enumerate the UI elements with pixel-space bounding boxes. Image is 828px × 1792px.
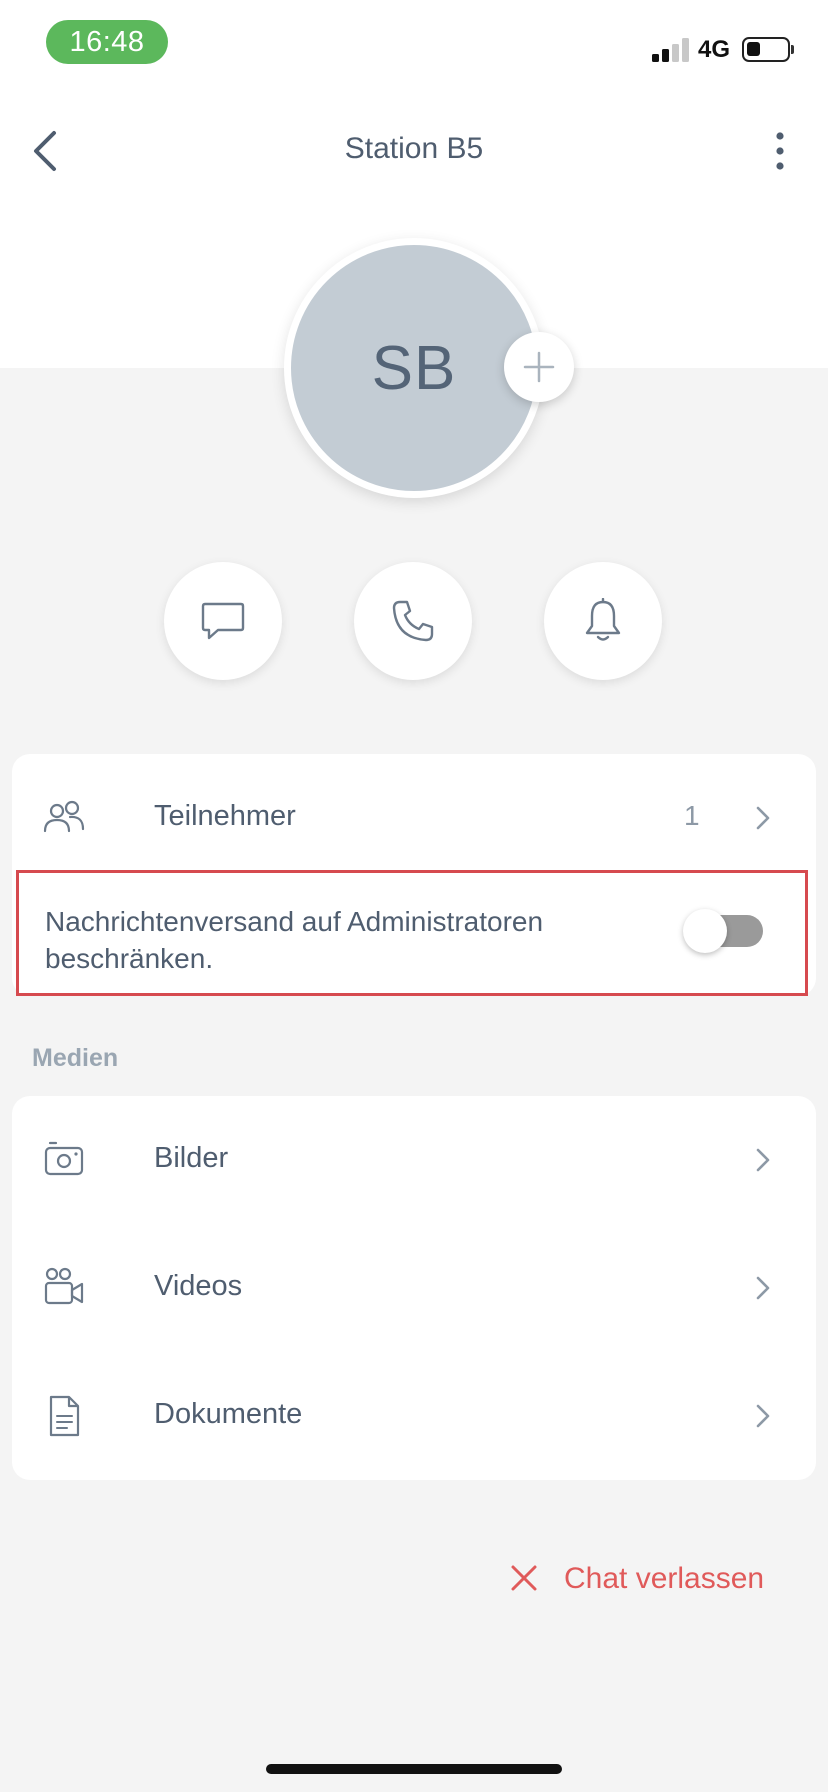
people-icon — [43, 800, 85, 833]
battery-tip — [791, 45, 794, 54]
media-item-label: Dokumente — [154, 1398, 303, 1430]
chevron-right-icon — [756, 1148, 770, 1172]
close-icon — [511, 1565, 537, 1591]
battery-level — [747, 42, 760, 56]
add-photo-button[interactable] — [504, 332, 574, 402]
media-item-images[interactable]: Bilder — [12, 1096, 816, 1224]
media-item-documents[interactable]: Dokumente — [12, 1352, 816, 1480]
media-section-label: Medien — [32, 1044, 119, 1072]
phone-icon — [392, 600, 434, 642]
leave-chat-label: Chat verlassen — [564, 1562, 765, 1595]
restrict-messages-row: Nachrichtenversand auf Administratoren b… — [16, 870, 808, 996]
media-item-videos[interactable]: Videos — [12, 1224, 816, 1352]
more-options-icon[interactable] — [764, 126, 796, 176]
leave-chat-button[interactable]: Chat verlassen — [508, 1556, 808, 1604]
chevron-right-icon — [756, 1404, 770, 1428]
message-button[interactable] — [164, 562, 282, 680]
chevron-right-icon — [756, 806, 770, 830]
call-button[interactable] — [354, 562, 472, 680]
participants-row[interactable]: Teilnehmer 1 — [12, 754, 816, 882]
restrict-messages-label: Nachrichtenversand auf Administratoren b… — [45, 906, 544, 974]
media-card: Bilder Videos Dokumente — [12, 1096, 816, 1480]
page-title: Station B5 — [344, 132, 484, 165]
media-item-label: Videos — [154, 1270, 243, 1302]
home-indicator — [266, 1764, 562, 1774]
participants-label: Teilnehmer — [154, 800, 296, 832]
chat-bubble-icon — [201, 602, 245, 640]
video-camera-icon — [44, 1267, 84, 1305]
restrict-messages-toggle[interactable] — [683, 909, 763, 953]
document-icon — [49, 1395, 80, 1437]
chevron-right-icon — [756, 1276, 770, 1300]
toggle-knob — [683, 909, 727, 953]
battery-icon — [742, 37, 790, 62]
notifications-button[interactable] — [544, 562, 662, 680]
plus-icon — [523, 351, 555, 383]
participants-count: 1 — [684, 800, 700, 831]
camera-icon — [44, 1141, 84, 1176]
status-time: 16:48 — [46, 20, 168, 64]
signal-icon — [652, 38, 689, 62]
back-button[interactable] — [24, 126, 64, 176]
network-type: 4G — [698, 36, 731, 63]
bell-icon — [585, 598, 621, 641]
media-item-label: Bilder — [154, 1142, 229, 1174]
